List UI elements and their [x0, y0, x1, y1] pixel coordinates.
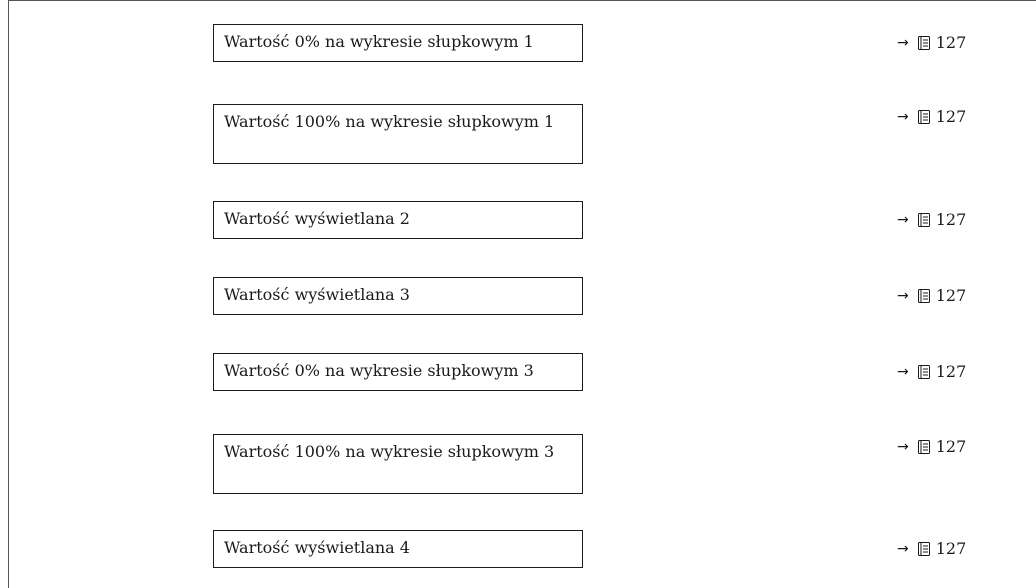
arrow-right-icon: →	[897, 35, 909, 51]
page-number: 127	[935, 107, 967, 126]
page-reference[interactable]: → 127	[897, 209, 966, 231]
arrow-right-icon: →	[897, 439, 909, 455]
page-number: 127	[935, 286, 967, 305]
page-reference[interactable]: → 127	[897, 538, 966, 560]
page-number: 127	[935, 210, 967, 229]
parameter-label: Wartość wyświetlana 4	[224, 538, 410, 557]
book-icon	[917, 365, 930, 379]
page-number: 127	[935, 33, 967, 52]
book-icon	[917, 213, 930, 227]
parameter-box: Wartość wyświetlana 4	[213, 530, 583, 568]
page-number: 127	[935, 539, 967, 558]
parameter-label: Wartość wyświetlana 3	[224, 285, 410, 304]
book-icon	[917, 289, 930, 303]
frame-left-border	[8, 0, 9, 588]
parameter-box: Wartość 0% na wykresie słupkowym 1	[213, 24, 583, 62]
page-number: 127	[935, 362, 967, 381]
page-reference[interactable]: → 127	[897, 106, 966, 128]
parameter-box: Wartość 0% na wykresie słupkowym 3	[213, 353, 583, 391]
parameter-box: Wartość 100% na wykresie słupkowym 3	[213, 434, 583, 494]
arrow-right-icon: →	[897, 364, 909, 380]
page-reference[interactable]: → 127	[897, 285, 966, 307]
arrow-right-icon: →	[897, 109, 909, 125]
arrow-right-icon: →	[897, 541, 909, 557]
parameter-label: Wartość 0% na wykresie słupkowym 3	[224, 361, 534, 380]
arrow-right-icon: →	[897, 212, 909, 228]
arrow-right-icon: →	[897, 288, 909, 304]
page-reference[interactable]: → 127	[897, 436, 966, 458]
page-number: 127	[935, 437, 967, 456]
frame-top-border	[8, 0, 1036, 1]
page-reference[interactable]: → 127	[897, 32, 966, 54]
parameter-label: Wartość 0% na wykresie słupkowym 1	[224, 32, 534, 51]
parameter-box: Wartość wyświetlana 2	[213, 201, 583, 239]
parameter-label: Wartość 100% na wykresie słupkowym 1	[224, 112, 555, 131]
parameter-box: Wartość wyświetlana 3	[213, 277, 583, 315]
page-reference[interactable]: → 127	[897, 361, 966, 383]
parameter-box: Wartość 100% na wykresie słupkowym 1	[213, 104, 583, 164]
book-icon	[917, 440, 930, 454]
book-icon	[917, 542, 930, 556]
book-icon	[917, 110, 930, 124]
parameter-label: Wartość 100% na wykresie słupkowym 3	[224, 442, 555, 461]
book-icon	[917, 36, 930, 50]
parameter-label: Wartość wyświetlana 2	[224, 209, 410, 228]
